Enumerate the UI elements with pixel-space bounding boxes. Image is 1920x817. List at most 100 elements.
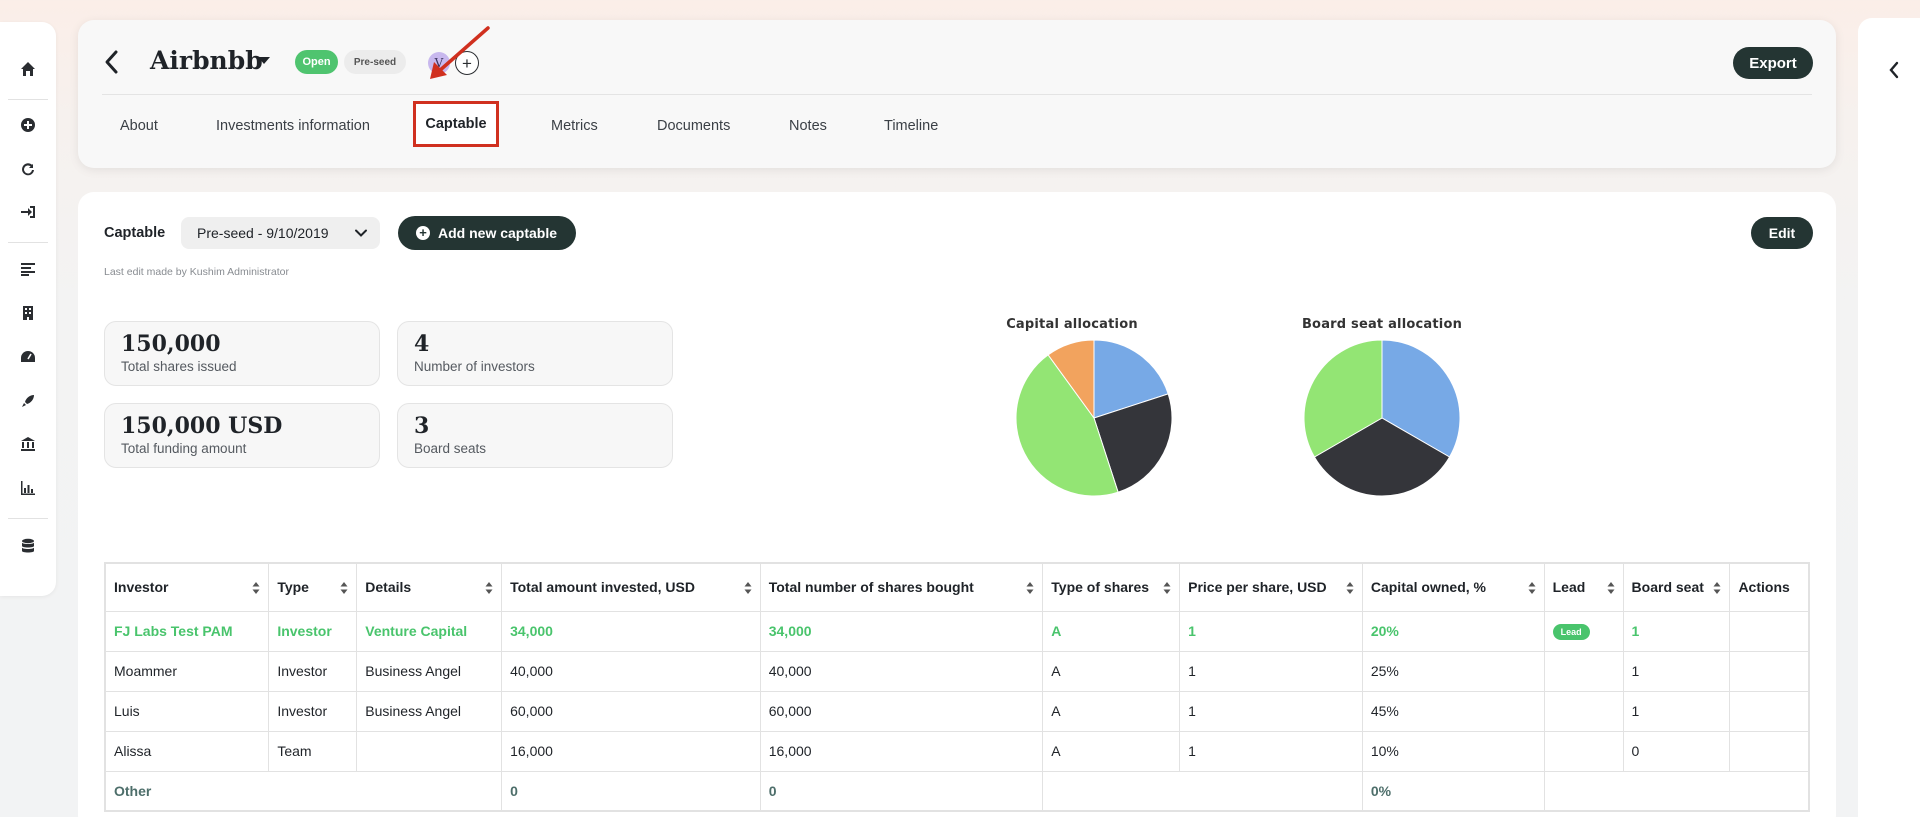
tab-metrics[interactable]: Metrics	[551, 118, 598, 134]
column-header[interactable]: Price per share, USD	[1179, 562, 1363, 612]
table-cell-type: Investor	[268, 690, 358, 732]
tab-investments-information[interactable]: Investments information	[216, 118, 370, 134]
tab-captable[interactable]: Captable	[413, 101, 499, 147]
table-cell-price: 1	[1179, 650, 1363, 692]
database-icon[interactable]	[18, 536, 38, 556]
table-cell-details: Business Angel	[356, 650, 503, 692]
table-cell-actions[interactable]	[1729, 690, 1810, 732]
sort-icon[interactable]	[744, 581, 752, 595]
stat-value: 150,000	[121, 331, 221, 357]
chart-title: Capital allocation	[1006, 317, 1138, 332]
column-header-label: Total amount invested, USD	[510, 579, 695, 596]
tab-notes[interactable]: Notes	[789, 118, 827, 134]
column-header[interactable]: Board seat	[1622, 562, 1731, 612]
table-header-row: Investor Type Details Total amount invested…	[104, 562, 1810, 612]
divider	[8, 518, 48, 519]
stat-value: 4	[414, 331, 430, 357]
column-header[interactable]: Investor	[104, 562, 270, 612]
list-icon[interactable]	[18, 259, 38, 279]
column-header[interactable]: Lead	[1543, 562, 1624, 612]
chevron-down-icon	[355, 229, 367, 237]
table-row[interactable]: Moammer Investor Business Angel 40,000 40,00…	[104, 650, 1810, 692]
add-circle-icon[interactable]	[18, 115, 38, 135]
table-cell-actions[interactable]	[1729, 650, 1810, 692]
add-new-captable-button[interactable]: + Add new captable	[398, 216, 576, 250]
column-header-label: Actions	[1738, 579, 1790, 596]
sort-icon[interactable]	[1528, 581, 1536, 595]
building-icon[interactable]	[18, 303, 38, 323]
edit-button[interactable]: Edit	[1751, 217, 1813, 249]
bar-chart-icon[interactable]	[18, 478, 38, 498]
tab-about[interactable]: About	[120, 118, 158, 134]
column-header-label: Investor	[114, 579, 169, 596]
divider	[8, 99, 48, 100]
last-edit-note: Last edit made by Kushim Administrator	[104, 266, 290, 278]
table-cell-shares: 40,000	[759, 650, 1044, 692]
table-cell-shares: 60,000	[759, 690, 1044, 732]
table-row[interactable]: Alissa Team 16,000 16,000 A 1 10% 0	[104, 730, 1810, 772]
column-header[interactable]: Total number of shares bought	[759, 562, 1044, 612]
column-header-label: Details	[365, 579, 412, 596]
table-cell-other-shares: 0	[759, 770, 1044, 812]
table-cell-capital: 10%	[1361, 730, 1545, 772]
home-icon[interactable]	[18, 59, 38, 79]
column-header[interactable]: Type of shares	[1042, 562, 1181, 612]
sign-in-icon[interactable]	[18, 202, 38, 222]
sort-icon[interactable]	[1026, 581, 1034, 595]
table-cell-price: 1	[1179, 690, 1363, 732]
stat-card: 4 Number of investors	[397, 321, 673, 386]
stat-label: Number of investors	[414, 359, 535, 374]
table-cell-amount: 40,000	[501, 650, 761, 692]
sort-icon[interactable]	[252, 581, 260, 595]
tab-documents[interactable]: Documents	[657, 118, 730, 134]
sort-icon[interactable]	[1346, 581, 1354, 595]
captable-label: Captable	[104, 225, 166, 241]
stage-badge: Pre-seed	[344, 50, 406, 74]
dashboard-gauge-icon[interactable]	[18, 347, 38, 367]
table-cell-amount: 34,000	[501, 610, 761, 652]
table-cell-board: 1	[1622, 650, 1731, 692]
table-cell-investor: FJ Labs Test PAM	[104, 610, 270, 652]
table-cell-investor: Moammer	[104, 650, 270, 692]
chart-title: Board seat allocation	[1301, 317, 1463, 332]
stat-card: 150,000 USD Total funding amount	[104, 403, 380, 468]
refresh-icon[interactable]	[18, 159, 38, 179]
export-button[interactable]: Export	[1733, 47, 1813, 79]
chevron-left-icon[interactable]	[1886, 60, 1902, 80]
table-cell-capital: 45%	[1361, 690, 1545, 732]
table-cell-details	[356, 730, 503, 772]
column-header[interactable]: Capital owned, %	[1361, 562, 1545, 612]
annotation-arrow-icon	[430, 26, 490, 79]
company-dropdown-caret-icon[interactable]	[258, 57, 270, 64]
stat-label: Total shares issued	[121, 359, 237, 374]
rocket-icon[interactable]	[18, 391, 38, 411]
column-header[interactable]: Type	[268, 562, 358, 612]
table-cell-actions[interactable]	[1729, 730, 1810, 772]
column-header-label: Lead	[1552, 579, 1586, 596]
table-cell-actions[interactable]	[1729, 610, 1810, 652]
column-header: Actions	[1729, 562, 1810, 612]
column-header-label: Type of shares	[1051, 579, 1150, 596]
table-row[interactable]: FJ Labs Test PAM Investor Venture Capital 3…	[104, 610, 1810, 652]
table-cell-price: 1	[1179, 730, 1363, 772]
sort-icon[interactable]	[340, 581, 348, 595]
captable-select-value: Pre-seed - 9/10/2019	[197, 225, 329, 241]
table-cell-share_type: A	[1042, 690, 1181, 732]
tab-timeline[interactable]: Timeline	[884, 118, 938, 134]
column-header[interactable]: Total amount invested, USD	[501, 562, 761, 612]
column-header[interactable]: Details	[356, 562, 503, 612]
sort-icon[interactable]	[1607, 581, 1615, 595]
bank-icon[interactable]	[18, 434, 38, 454]
sort-icon[interactable]	[1713, 581, 1721, 595]
right-panel	[1858, 18, 1920, 817]
sort-icon[interactable]	[485, 581, 493, 595]
table-cell-amount: 16,000	[501, 730, 761, 772]
stat-value: 150,000 USD	[121, 413, 283, 439]
table-cell-amount: 60,000	[501, 690, 761, 732]
table-row[interactable]: Luis Investor Business Angel 60,000 60,000 A 1…	[104, 690, 1810, 732]
captable-select[interactable]: Pre-seed - 9/10/2019	[181, 217, 380, 249]
back-arrow-icon[interactable]	[102, 47, 122, 77]
company-header: Airbnbb Open Pre-seed V + Export About I…	[78, 20, 1836, 168]
sort-icon[interactable]	[1163, 581, 1171, 595]
table-body: FJ Labs Test PAM Investor Venture Capital 3…	[104, 610, 1810, 812]
